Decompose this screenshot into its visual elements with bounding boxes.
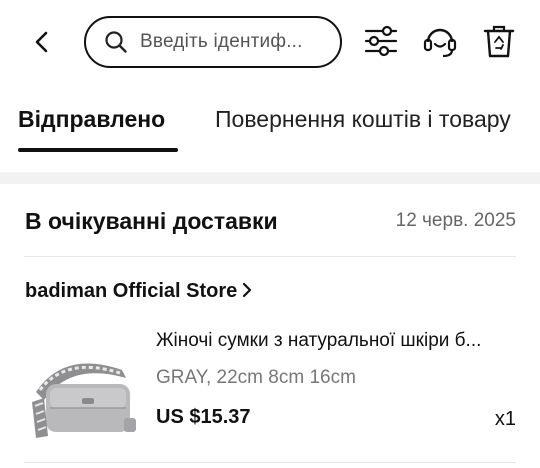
- divider: [24, 256, 516, 257]
- search-input[interactable]: Введіть ідентиф...: [84, 16, 342, 68]
- active-tab-indicator: [18, 148, 178, 152]
- top-bar: Введіть ідентиф...: [0, 0, 540, 86]
- product-quantity: x1: [494, 408, 516, 430]
- search-icon: [105, 31, 127, 53]
- search-placeholder: Введіть ідентиф...: [140, 31, 303, 52]
- product-variant: GRAY, 22cm 8cm 16cm: [156, 367, 356, 388]
- sliders-icon[interactable]: [362, 22, 400, 60]
- tab-refunds-returns[interactable]: Повернення коштів і товару: [215, 106, 511, 133]
- product-price: US $15.37: [156, 406, 251, 428]
- headset-icon[interactable]: [421, 22, 459, 60]
- order-status: В очікуванні доставки: [25, 208, 278, 234]
- section-divider: [0, 172, 540, 184]
- product-thumbnail[interactable]: [24, 340, 144, 440]
- product-title[interactable]: Жіночі сумки з натуральної шкіри б...: [156, 330, 516, 352]
- divider: [24, 462, 516, 463]
- chevron-right-icon: [243, 282, 252, 298]
- store-name: badiman Official Store: [25, 280, 238, 302]
- trash-icon[interactable]: [480, 22, 518, 60]
- tab-shipped[interactable]: Відправлено: [18, 106, 165, 133]
- order-tabs: Відправлено Повернення коштів і товару: [0, 96, 540, 158]
- order-date: 12 черв. 2025: [395, 210, 516, 231]
- chevron-left-icon[interactable]: [28, 28, 56, 56]
- order-status-row: В очікуванні доставки 12 черв. 2025: [0, 196, 540, 248]
- store-link[interactable]: badiman Official Store: [25, 280, 253, 303]
